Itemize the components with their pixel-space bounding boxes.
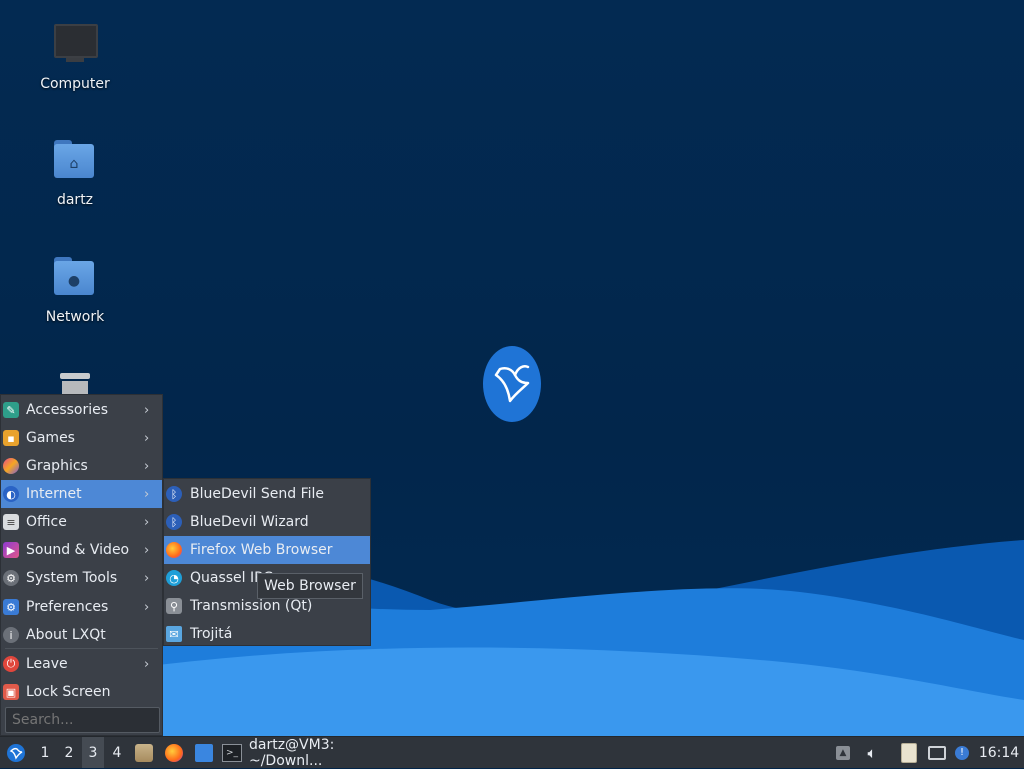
menu-item-leave[interactable]: ⏻ Leave › (1, 650, 162, 678)
trojita-mail-icon: ✉ (166, 626, 182, 642)
network-button[interactable] (926, 737, 948, 768)
network-folder-icon: ● (52, 257, 98, 301)
clock[interactable]: 16:14 (978, 737, 1020, 768)
submenu-item-label: Trojitá (190, 626, 233, 642)
menu-item-label: Games (26, 430, 75, 446)
menu-item-label: Accessories (26, 402, 109, 418)
submenu-item-label: BlueDevil Send File (190, 486, 325, 502)
chevron-right-icon: › (144, 486, 150, 502)
firefox-launcher[interactable] (163, 737, 185, 768)
menu-item-sound-video[interactable]: ▶ Sound & Video › (1, 536, 162, 564)
workspace-4-button[interactable]: 4 (106, 737, 128, 768)
update-notifier-button[interactable]: ! (952, 737, 972, 768)
firefox-icon (166, 542, 182, 558)
application-menu: ✎ Accessories › ▪ Games › Graphics › ◐ I… (0, 394, 163, 736)
chevron-right-icon: › (144, 402, 150, 418)
chevron-right-icon: › (144, 430, 150, 446)
file-manager-icon (135, 743, 153, 762)
internet-submenu: ᛒ BlueDevil Send File ᛒ BlueDevil Wizard… (163, 478, 371, 646)
sound-video-icon: ▶ (3, 542, 19, 558)
menu-item-about-lxqt[interactable]: i About LXQt (1, 621, 162, 649)
submenu-item-trojita[interactable]: ✉ Trojitá (164, 620, 370, 648)
menu-item-label: Preferences (26, 599, 109, 615)
menu-item-label: About LXQt (26, 627, 106, 643)
menu-item-label: Lock Screen (26, 684, 111, 700)
workspace-3-button[interactable]: 3 (82, 737, 104, 768)
chevron-right-icon: › (144, 542, 150, 558)
taskbar-window-terminal[interactable]: >_ dartz@VM3: ~/Downl... (222, 736, 412, 769)
tray-expand-button[interactable]: ▲ (834, 737, 852, 768)
terminal-icon: >_ (222, 743, 242, 762)
lubuntu-bird-logo (7, 743, 25, 762)
firefox-icon (165, 743, 183, 762)
submenu-item-bluedevil-wizard[interactable]: ᛒ BlueDevil Wizard (164, 508, 370, 536)
menu-item-accessories[interactable]: ✎ Accessories › (1, 396, 162, 424)
task-label: dartz@VM3: ~/Downl... (248, 736, 335, 769)
menu-item-lock-screen[interactable]: ▣ Lock Screen (1, 678, 162, 706)
chevron-right-icon: › (144, 656, 150, 672)
menu-item-internet[interactable]: ◐ Internet › (1, 480, 162, 508)
menu-item-office[interactable]: ≡ Office › (1, 508, 162, 536)
submenu-item-label: Transmission (Qt) (190, 598, 313, 614)
menu-item-graphics[interactable]: Graphics › (1, 452, 162, 480)
power-icon: ⏻ (3, 656, 19, 672)
lubuntu-bird-logo (483, 346, 541, 422)
submenu-item-label: Firefox Web Browser (190, 542, 333, 558)
games-icon: ▪ (3, 430, 19, 446)
transmission-icon: ⚲ (166, 598, 182, 614)
desktop-icon-label: dartz (56, 192, 94, 208)
computer-icon (52, 24, 98, 68)
home-folder-icon: ⌂ (52, 140, 98, 184)
workspace-1-button[interactable]: 1 (34, 737, 56, 768)
menu-separator (5, 648, 158, 649)
preferences-icon: ⚙ (3, 599, 19, 615)
system-tools-icon: ⚙ (3, 570, 19, 586)
taskbar: 1 2 3 4 >_ dartz@VM3: ~/Downl... ▲ 🔈︎ ! … (0, 736, 1024, 769)
menu-item-system-tools[interactable]: ⚙ System Tools › (1, 564, 162, 592)
desktop-icon-home[interactable]: ⌂ dartz (20, 140, 130, 208)
menu-item-games[interactable]: ▪ Games › (1, 424, 162, 452)
chevron-right-icon: › (144, 458, 150, 474)
workspace-2-button[interactable]: 2 (58, 737, 80, 768)
chevron-right-icon: › (144, 599, 150, 615)
submenu-item-firefox[interactable]: Firefox Web Browser (164, 536, 370, 564)
clipboard-button[interactable] (899, 737, 919, 768)
desktop-icon-network[interactable]: ● Network (20, 257, 130, 325)
menu-item-label: Leave (26, 656, 68, 672)
desktop-icon-computer[interactable]: Computer (20, 24, 130, 92)
chevron-right-icon: › (144, 570, 150, 586)
menu-item-label: Graphics (26, 458, 88, 474)
menu-item-label: System Tools (26, 570, 118, 586)
chevron-right-icon: › (144, 514, 150, 530)
menu-item-label: Internet (26, 486, 82, 502)
tray-arrow-icon: ▲ (836, 745, 850, 760)
bluetooth-icon: ᛒ (166, 514, 182, 530)
show-desktop-icon (195, 743, 213, 762)
info-icon: i (3, 627, 19, 643)
menu-item-preferences[interactable]: ⚙ Preferences › (1, 593, 162, 621)
menu-item-label: Office (26, 514, 67, 530)
menu-search-input[interactable] (5, 707, 160, 733)
clipboard-icon (901, 742, 917, 763)
file-manager-launcher[interactable] (133, 737, 155, 768)
desktop-icon-label: Network (45, 309, 105, 325)
tooltip: Web Browser (257, 573, 363, 599)
bluetooth-icon: ᛒ (166, 486, 182, 502)
volume-icon[interactable]: 🔈︎ (862, 737, 882, 768)
submenu-item-bluedevil-send-file[interactable]: ᛒ BlueDevil Send File (164, 480, 370, 508)
menu-launcher-button[interactable] (4, 737, 28, 768)
submenu-item-label: BlueDevil Wizard (190, 514, 309, 530)
graphics-icon (3, 458, 19, 474)
quassel-icon: ◔ (166, 570, 182, 586)
update-notifier-icon: ! (955, 745, 969, 760)
network-icon (928, 745, 946, 760)
menu-item-label: Sound & Video (26, 542, 130, 558)
lock-icon: ▣ (3, 684, 19, 700)
internet-icon: ◐ (3, 486, 19, 502)
office-icon: ≡ (3, 514, 19, 530)
show-desktop-button[interactable] (193, 737, 215, 768)
accessories-icon: ✎ (3, 402, 19, 418)
desktop-icon-label: Computer (40, 76, 110, 92)
